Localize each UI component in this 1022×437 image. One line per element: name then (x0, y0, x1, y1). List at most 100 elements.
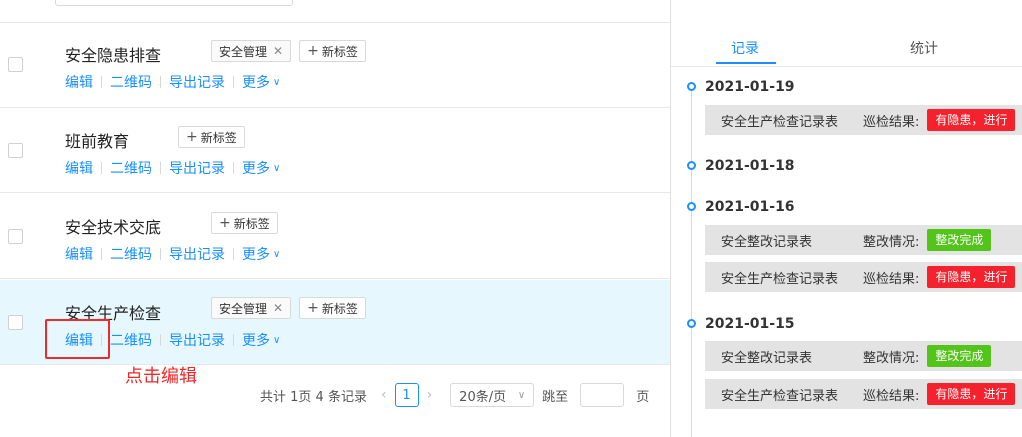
list-item: 班前教育 + 新标签 编辑 二维码 导出记录 更多 ∨ (0, 108, 670, 193)
record-label: 巡检结果: (863, 388, 920, 404)
tab-records[interactable]: 记录 (731, 38, 759, 58)
left-panel: 安全隐患排查 安全管理 ✕ + 新标签 编辑 二维码 导出记录 更多 ∨ 班前教育 +… (0, 0, 670, 437)
separator (233, 248, 234, 260)
timeline-date: 2021-01-19 (705, 79, 795, 95)
record-entry[interactable]: 安全生产检查记录表 巡检结果: 有隐患，进行 (705, 379, 1022, 409)
record-label: 整改情况: (863, 234, 920, 250)
tag: 安全管理 ✕ (211, 40, 292, 62)
right-panel: 记录 统计 2021-01-19 安全生产检查记录表 巡检结果: 有隐患，进行 … (671, 0, 1022, 437)
export-link[interactable]: 导出记录 (169, 330, 225, 350)
chevron-down-icon: ∨ (273, 76, 281, 88)
pagination: 共计 1页 4 条记录 ‹ 1 › 20条/页 ∨ 跳至 页 (260, 383, 649, 407)
separator (160, 248, 161, 260)
status-badge: 有隐患，进行 (927, 383, 1016, 405)
separator (233, 162, 234, 174)
row-actions: 编辑 二维码 导出记录 更多 ∨ (65, 72, 280, 92)
qrcode-link[interactable]: 二维码 (110, 72, 152, 92)
edit-highlight-box (45, 319, 110, 359)
status-badge: 整改完成 (927, 345, 992, 367)
jump-label: 跳至 (542, 389, 569, 405)
add-tag-button[interactable]: + 新标签 (178, 126, 245, 148)
status-badge: 整改完成 (927, 229, 992, 251)
add-tag-button[interactable]: + 新标签 (299, 40, 366, 62)
row-checkbox[interactable] (8, 229, 23, 244)
timeline-dot (687, 82, 696, 91)
separator (160, 334, 161, 346)
timeline-date: 2021-01-18 (705, 158, 795, 174)
separator (233, 76, 234, 88)
page-size-value: 20条/页 (459, 389, 507, 405)
page-button-current[interactable]: 1 (394, 383, 419, 407)
qrcode-link[interactable]: 二维码 (110, 244, 152, 264)
qrcode-link[interactable]: 二维码 (110, 158, 152, 178)
edit-link[interactable]: 编辑 (65, 244, 93, 264)
add-tag-button[interactable]: + 新标签 (299, 297, 366, 319)
prev-page-icon[interactable]: ‹ (381, 387, 387, 403)
page-unit-label: 页 (636, 389, 650, 405)
tag-list: + 新标签 (211, 212, 278, 234)
tag-list: + 新标签 (178, 126, 245, 148)
chevron-down-icon: ∨ (273, 334, 281, 346)
close-icon[interactable]: ✕ (273, 44, 283, 58)
tag-list: 安全管理 ✕ + 新标签 (211, 40, 366, 62)
plus-icon: + (219, 215, 231, 231)
add-tag-button[interactable]: + 新标签 (211, 212, 278, 234)
row-checkbox[interactable] (8, 143, 23, 158)
row-actions: 编辑 二维码 导出记录 更多 ∨ (65, 158, 280, 178)
add-tag-label: 新标签 (233, 216, 270, 231)
more-dropdown[interactable]: 更多 ∨ (242, 72, 280, 92)
record-entry[interactable]: 安全整改记录表 整改情况: 整改完成 (705, 225, 1022, 255)
jump-page-input[interactable] (580, 383, 625, 407)
record-name: 安全生产检查记录表 (721, 114, 839, 130)
record-label: 巡检结果: (863, 114, 920, 130)
list-item: 安全技术交底 + 新标签 编辑 二维码 导出记录 更多 ∨ (0, 194, 670, 279)
record-entry[interactable]: 安全整改记录表 整改情况: 整改完成 (705, 341, 1022, 371)
add-tag-label: 新标签 (321, 44, 358, 59)
record-label: 整改情况: (863, 350, 920, 366)
item-title: 安全隐患排查 (65, 46, 162, 65)
separator (101, 76, 102, 88)
record-name: 安全整改记录表 (721, 234, 813, 250)
tag: 安全管理 ✕ (211, 297, 292, 319)
search-input[interactable] (55, 0, 293, 6)
record-label: 巡检结果: (863, 271, 920, 287)
record-entry[interactable]: 安全生产检查记录表 巡检结果: 有隐患，进行 (705, 262, 1022, 292)
export-link[interactable]: 导出记录 (169, 244, 225, 264)
timeline-date: 2021-01-15 (705, 316, 795, 332)
plus-icon: + (307, 43, 319, 59)
more-dropdown[interactable]: 更多 ∨ (242, 158, 280, 178)
row-checkbox[interactable] (8, 57, 23, 72)
timeline-dot (687, 202, 696, 211)
edit-link[interactable]: 编辑 (65, 72, 93, 92)
page-size-select[interactable]: 20条/页 ∨ (450, 383, 535, 407)
tab-bar: 记录 统计 (671, 22, 1022, 67)
more-label: 更多 (242, 247, 270, 263)
edit-link[interactable]: 编辑 (65, 158, 93, 178)
chevron-down-icon: ∨ (273, 248, 281, 260)
record-name: 安全整改记录表 (721, 350, 813, 366)
more-dropdown[interactable]: 更多 ∨ (242, 330, 280, 350)
tab-statistics[interactable]: 统计 (910, 38, 938, 58)
tag-label: 安全管理 (219, 301, 268, 316)
timeline-dot (687, 161, 696, 170)
row-actions: 编辑 二维码 导出记录 更多 ∨ (65, 244, 280, 264)
more-label: 更多 (242, 161, 270, 177)
annotation-text: 点击编辑 (125, 366, 197, 387)
qrcode-link[interactable]: 二维码 (110, 330, 152, 350)
record-name: 安全生产检查记录表 (721, 388, 839, 404)
close-icon[interactable]: ✕ (273, 301, 283, 315)
export-link[interactable]: 导出记录 (169, 72, 225, 92)
separator (160, 162, 161, 174)
row-checkbox[interactable] (8, 315, 23, 330)
active-tab-indicator (716, 62, 776, 64)
next-page-icon[interactable]: › (427, 387, 433, 403)
export-link[interactable]: 导出记录 (169, 158, 225, 178)
more-dropdown[interactable]: 更多 ∨ (242, 244, 280, 264)
plus-icon: + (307, 300, 319, 316)
item-title: 安全技术交底 (65, 218, 162, 237)
tag-label: 安全管理 (219, 44, 268, 59)
separator (101, 248, 102, 260)
record-entry[interactable]: 安全生产检查记录表 巡检结果: 有隐患，进行 (705, 105, 1022, 135)
record-name: 安全生产检查记录表 (721, 271, 839, 287)
timeline-line (691, 90, 692, 437)
